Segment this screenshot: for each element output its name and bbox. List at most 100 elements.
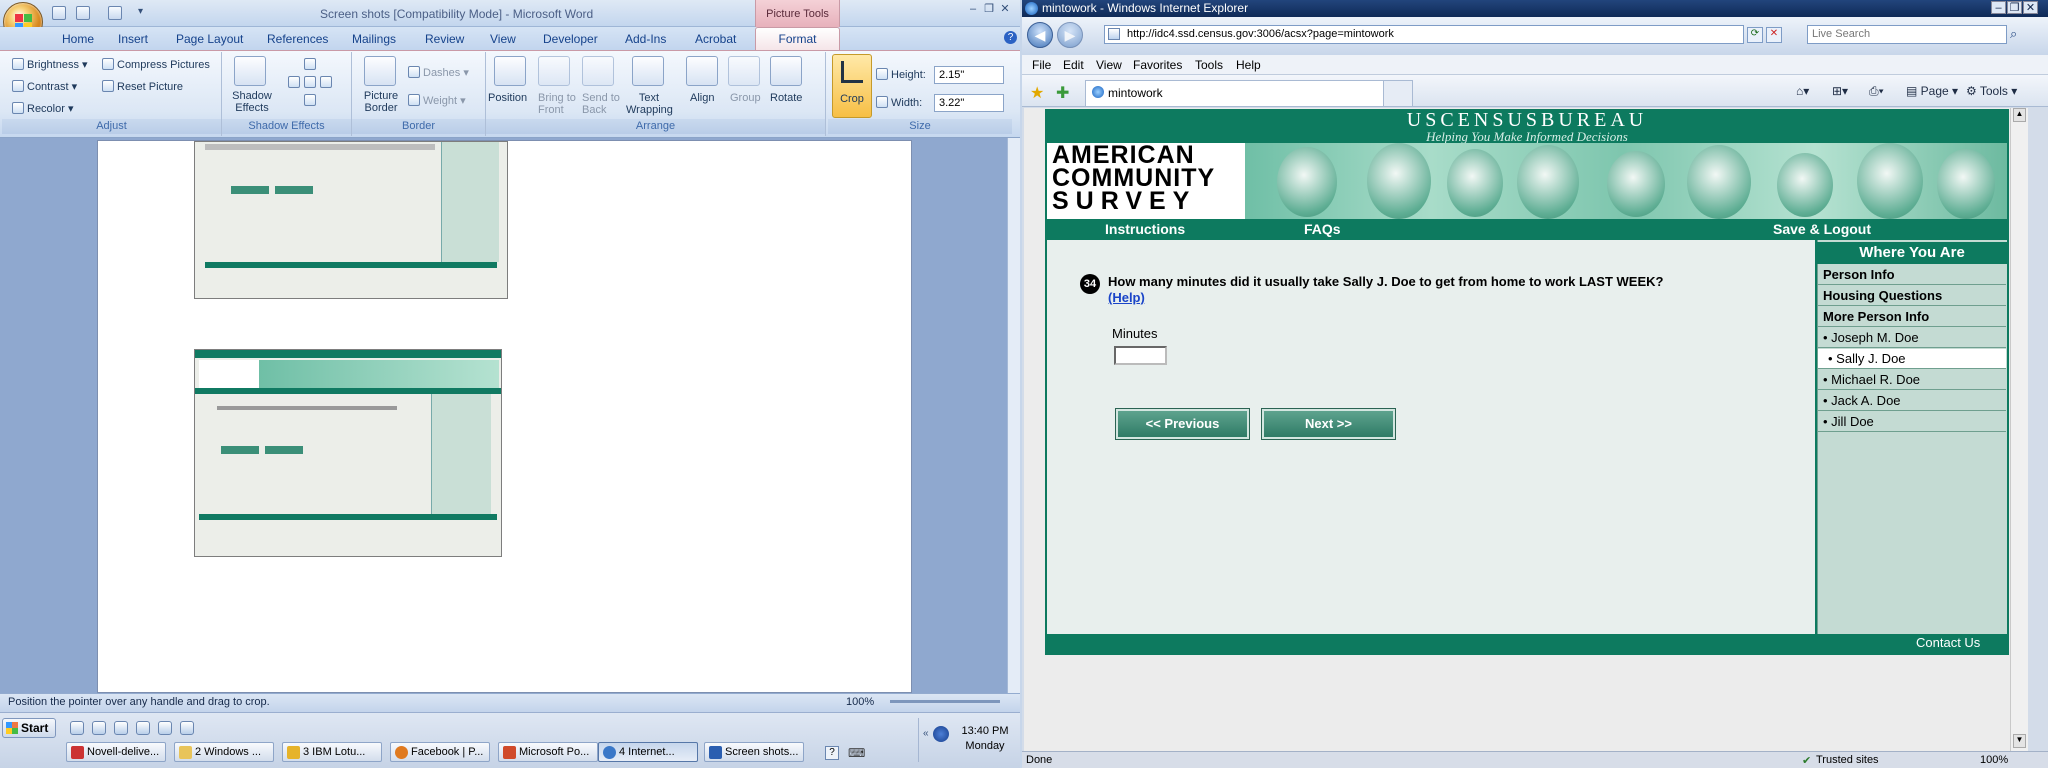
help-icon[interactable]: ? (1004, 31, 1017, 44)
next-button[interactable]: Next >> (1261, 408, 1396, 440)
sidebar-person-jack[interactable]: • Jack A. Doe (1818, 391, 2006, 411)
contact-us-link[interactable]: Contact Us (1916, 635, 1980, 650)
ie-restore-icon[interactable]: ❐ (2007, 1, 2022, 14)
picture-border-button[interactable]: Picture Border (358, 90, 404, 114)
ie-zoom-level[interactable]: 100% (1980, 754, 2008, 766)
contrast-button[interactable]: Contrast ▾ (12, 80, 77, 93)
tab-home[interactable]: Home (62, 32, 94, 46)
screenshot-thumbnail-2[interactable] (194, 349, 502, 557)
tools-menu[interactable]: ⚙ Tools ▾ (1966, 84, 2017, 98)
language-bar-icon[interactable]: ⌨ (848, 746, 865, 760)
home-icon[interactable]: ⌂▾ (1796, 84, 1809, 98)
picture-border-icon[interactable] (364, 56, 396, 86)
height-field[interactable]: 2.15" (934, 66, 1004, 84)
zoom-slider[interactable] (890, 700, 1000, 703)
nav-save-logout[interactable]: Save & Logout (1773, 221, 1871, 237)
word-vertical-scrollbar[interactable] (1007, 138, 1020, 693)
send-to-back-button[interactable]: Send to Back (582, 92, 620, 116)
screenshot-thumbnail-1[interactable] (194, 141, 508, 299)
qat-dropdown-icon[interactable]: ▾ (138, 6, 143, 17)
minutes-input[interactable] (1114, 346, 1167, 365)
sidebar-person-joseph[interactable]: • Joseph M. Doe (1818, 328, 2006, 348)
menu-edit[interactable]: Edit (1063, 58, 1084, 72)
sidebar-item-housing-questions[interactable]: Housing Questions (1818, 286, 2006, 306)
task-novell[interactable]: Novell-delive... (66, 742, 166, 762)
help-question-icon[interactable]: ? (825, 746, 839, 760)
nudge-down-icon[interactable] (304, 94, 316, 106)
tab-review[interactable]: Review (425, 32, 464, 46)
browser-tab[interactable]: mintowork (1085, 80, 1385, 106)
sidebar-item-person-info[interactable]: Person Info (1818, 265, 2006, 285)
refresh-icon[interactable]: ⟳ (1747, 27, 1763, 43)
task-word[interactable]: Screen shots... (704, 742, 804, 762)
address-bar[interactable]: http://idc4.ssd.census.gov:3006/acsx?pag… (1104, 25, 1744, 44)
align-icon[interactable] (686, 56, 718, 86)
ie-vertical-scrollbar[interactable]: ▲ ▼ (2010, 108, 2028, 751)
bring-to-front-icon[interactable] (538, 56, 570, 86)
new-tab-button[interactable] (1383, 80, 1413, 106)
tab-mailings[interactable]: Mailings (352, 32, 396, 46)
task-powerpoint[interactable]: Microsoft Po... (498, 742, 598, 762)
text-wrapping-button[interactable]: Text Wrapping (626, 92, 673, 116)
tab-format[interactable]: Format (755, 27, 840, 50)
menu-tools[interactable]: Tools (1195, 58, 1223, 72)
sidebar-person-jill[interactable]: • Jill Doe (1818, 412, 2006, 432)
menu-help[interactable]: Help (1236, 58, 1261, 72)
send-to-back-icon[interactable] (582, 56, 614, 86)
search-input[interactable]: Live Search (1807, 25, 2007, 44)
quicklaunch-ie-icon[interactable] (70, 721, 84, 735)
group-button[interactable]: Group (730, 92, 761, 104)
menu-view[interactable]: View (1096, 58, 1122, 72)
align-button[interactable]: Align (690, 92, 714, 104)
tab-developer[interactable]: Developer (543, 32, 598, 46)
back-button[interactable]: ◀ (1027, 22, 1053, 48)
minimize-icon[interactable]: – (965, 2, 981, 16)
tab-page-layout[interactable]: Page Layout (176, 32, 243, 46)
text-wrapping-icon[interactable] (632, 56, 664, 86)
feeds-icon[interactable]: ⊞▾ (1832, 84, 1848, 98)
tab-add-ins[interactable]: Add-Ins (625, 32, 666, 46)
menu-favorites[interactable]: Favorites (1133, 58, 1182, 72)
zoom-level[interactable]: 100% (846, 696, 874, 708)
reset-picture-button[interactable]: Reset Picture (102, 80, 183, 93)
print-icon[interactable]: ⎙▾ (1869, 84, 1884, 99)
ie-close-icon[interactable]: ✕ (2023, 1, 2038, 14)
nudge-up-icon[interactable] (304, 58, 316, 70)
weight-button[interactable]: Weight ▾ (408, 94, 466, 107)
task-facebook[interactable]: Facebook | P... (390, 742, 490, 762)
task-internet-explorer[interactable]: 4 Internet... (598, 742, 698, 762)
tray-network-icon[interactable] (933, 726, 949, 742)
shadow-effects-button[interactable]: Shadow Effects (228, 90, 276, 114)
favorites-star-icon[interactable]: ★ (1030, 83, 1044, 103)
nav-instructions[interactable]: Instructions (1105, 221, 1185, 237)
compress-pictures-button[interactable]: Compress Pictures (102, 58, 210, 71)
menu-file[interactable]: File (1032, 58, 1051, 72)
quicklaunch-media-icon[interactable] (136, 721, 150, 735)
shadow-toggle-icon[interactable] (304, 76, 316, 88)
stop-icon[interactable]: ✕ (1766, 27, 1782, 43)
nav-faqs[interactable]: FAQs (1304, 221, 1341, 237)
scroll-down-icon[interactable]: ▼ (2013, 734, 2026, 748)
add-favorite-icon[interactable]: ✚ (1056, 83, 1069, 103)
tab-references[interactable]: References (267, 32, 328, 46)
task-lotus[interactable]: 3 IBM Lotu... (282, 742, 382, 762)
sidebar-person-michael[interactable]: • Michael R. Doe (1818, 370, 2006, 390)
nudge-left-icon[interactable] (288, 76, 300, 88)
width-field[interactable]: 3.22" (934, 94, 1004, 112)
quicklaunch-folder-icon[interactable] (114, 721, 128, 735)
search-icon[interactable]: ⌕ (2010, 26, 2017, 42)
tray-expand-icon[interactable]: « (923, 728, 929, 739)
position-icon[interactable] (494, 56, 526, 86)
ie-minimize-icon[interactable]: – (1991, 1, 2006, 14)
quicklaunch-firefox-icon[interactable] (92, 721, 106, 735)
group-icon[interactable] (728, 56, 760, 86)
sidebar-person-sally[interactable]: • Sally J. Doe (1818, 349, 2006, 369)
nudge-right-icon[interactable] (320, 76, 332, 88)
position-button[interactable]: Position (488, 92, 527, 104)
previous-button[interactable]: << Previous (1115, 408, 1250, 440)
rotate-button[interactable]: Rotate (770, 92, 802, 104)
scroll-up-icon[interactable]: ▲ (2013, 108, 2026, 122)
task-windows[interactable]: 2 Windows ... (174, 742, 274, 762)
tab-insert[interactable]: Insert (118, 32, 148, 46)
redo-icon[interactable] (108, 6, 122, 20)
